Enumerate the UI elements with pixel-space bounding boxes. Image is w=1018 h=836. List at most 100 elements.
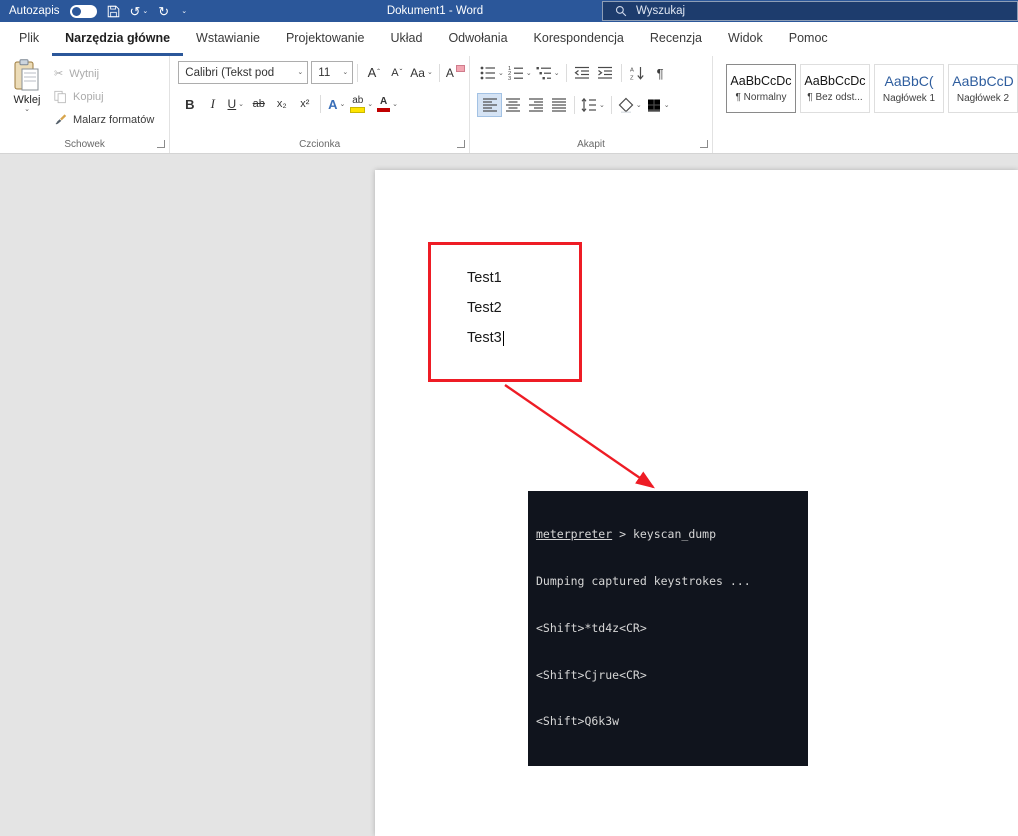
italic-button[interactable]: I [201, 93, 224, 115]
text-line: Test3 [467, 323, 504, 353]
style-naglowek-2[interactable]: AaBbCcD Nagłówek 2 [948, 64, 1018, 113]
redo-button[interactable]: ↻ [158, 5, 169, 18]
sort-button[interactable]: AZ [626, 62, 649, 84]
style-bez-odstepow[interactable]: AaBbCcDc ¶ Bez odst... [800, 64, 870, 113]
style-preview: AaBbCcDc [730, 74, 791, 88]
multilevel-list-button[interactable]: ⌄ [534, 62, 562, 84]
decrease-indent-button[interactable] [571, 62, 594, 84]
text-line: Test2 [467, 293, 504, 323]
caret-down-icon: ˇ [400, 68, 403, 77]
align-center-icon [505, 97, 521, 113]
divider [611, 96, 612, 114]
underline-label: U [228, 97, 237, 111]
tab-recenzja[interactable]: Recenzja [637, 22, 715, 56]
style-name: ¶ Normalny [736, 92, 787, 103]
shrink-font-button[interactable]: Aˇ [385, 62, 408, 84]
undo-button[interactable]: ↺⌄ [130, 5, 149, 18]
copy-button[interactable]: Kopiuj [54, 85, 154, 108]
style-preview: AaBbCcD [952, 73, 1013, 89]
align-left-button[interactable] [478, 94, 501, 116]
font-color-button[interactable]: A ⌄ [375, 93, 400, 115]
style-normalny[interactable]: AaBbCcDc ¶ Normalny [726, 64, 796, 113]
justify-button[interactable] [547, 94, 570, 116]
align-right-button[interactable] [524, 94, 547, 116]
typed-text: Test1 Test2 Test3 [467, 263, 504, 353]
svg-text:3: 3 [508, 76, 511, 81]
save-button[interactable] [107, 5, 120, 18]
tab-odwolania[interactable]: Odwołania [435, 22, 520, 56]
annotation-rectangle[interactable]: Test1 Test2 Test3 [428, 242, 582, 382]
cut-button[interactable]: ✂ Wytnij [54, 62, 154, 85]
numbered-list-icon: 123 [508, 65, 524, 81]
dialog-launcher-icon[interactable] [157, 140, 165, 148]
annotation-arrow[interactable] [495, 375, 675, 500]
change-case-button[interactable]: Aa⌄ [408, 62, 435, 84]
tab-narzedzia-glowne[interactable]: Narzędzia główne [52, 22, 183, 56]
tab-wstawianie[interactable]: Wstawianie [183, 22, 273, 56]
font-size-select[interactable]: 11 ⌄ [311, 61, 353, 84]
terminal-screenshot[interactable]: meterpreter > keyscan_dump Dumping captu… [528, 491, 808, 766]
divider [439, 64, 440, 82]
show-paragraph-marks-button[interactable]: ¶ [649, 62, 672, 84]
terminal-line: <Shift>Q6k3w [536, 714, 800, 730]
search-icon [615, 5, 627, 17]
chevron-down-icon: ⌄ [338, 69, 348, 76]
customize-quick-access-button[interactable]: ⌄ [179, 8, 187, 15]
tab-korespondencja[interactable]: Korespondencja [521, 22, 637, 56]
chevron-down-icon: ⌄ [293, 69, 303, 76]
search-box[interactable]: Wyszukaj [602, 1, 1018, 21]
borders-icon [646, 97, 662, 113]
paste-button[interactable]: Wklej ⌄ [6, 59, 48, 134]
dialog-launcher-icon[interactable] [700, 140, 708, 148]
divider [566, 64, 567, 82]
line-spacing-button[interactable]: ⌄ [579, 94, 607, 116]
chevron-down-icon: ⌄ [142, 8, 148, 15]
strikethrough-button[interactable]: ab [247, 93, 270, 115]
clear-formatting-button[interactable]: A [444, 62, 467, 84]
tab-projektowanie[interactable]: Projektowanie [273, 22, 378, 56]
ribbon: Wklej ⌄ ✂ Wytnij Kopiuj Malarz formatów [0, 56, 1018, 154]
increase-indent-button[interactable] [594, 62, 617, 84]
style-preview: AaBbCcDc [804, 74, 865, 88]
superscript-button[interactable]: x² [293, 93, 316, 115]
numbered-list-button[interactable]: 123 ⌄ [506, 62, 534, 84]
divider [357, 64, 358, 82]
multilevel-list-icon [536, 65, 552, 81]
group-schowek: Wklej ⌄ ✂ Wytnij Kopiuj Malarz formatów [0, 56, 170, 153]
tab-widok[interactable]: Widok [715, 22, 776, 56]
text-effects-button[interactable]: A⌄ [325, 93, 348, 115]
shading-button[interactable]: ⌄ [616, 94, 644, 116]
document-page[interactable]: Test1 Test2 Test3 meterpreter > keyscan_… [375, 170, 1018, 836]
chevron-down-icon: ⌄ [24, 106, 30, 113]
text-cursor [503, 331, 504, 346]
bold-button[interactable]: B [178, 93, 201, 115]
tab-plik[interactable]: Plik [6, 22, 52, 56]
subscript-button[interactable]: x₂ [270, 93, 293, 115]
undo-icon: ↺ [130, 5, 141, 18]
font-family-select[interactable]: Calibri (Tekst pod ⌄ [178, 61, 308, 84]
highlight-button[interactable]: ab ⌄ [348, 93, 375, 115]
tab-pomoc[interactable]: Pomoc [776, 22, 841, 56]
format-painter-button[interactable]: Malarz formatów [54, 108, 154, 131]
align-center-button[interactable] [501, 94, 524, 116]
dialog-launcher-icon[interactable] [457, 140, 465, 148]
group-label-czcionka: Czcionka [299, 139, 340, 150]
grow-font-button[interactable]: Aˆ [362, 62, 385, 84]
tab-uklad[interactable]: Układ [377, 22, 435, 56]
highlight-label: ab [352, 96, 363, 106]
bullet-list-icon [480, 65, 496, 81]
underline-button[interactable]: U⌄ [224, 93, 247, 115]
document-area: Test1 Test2 Test3 meterpreter > keyscan_… [0, 154, 1018, 836]
borders-button[interactable]: ⌄ [644, 94, 672, 116]
svg-text:A: A [630, 68, 634, 74]
style-preview: AaBbC( [884, 73, 933, 89]
search-label: Wyszukaj [636, 5, 685, 17]
format-painter-icon [54, 113, 67, 127]
chevron-down-icon: ⌄ [498, 70, 504, 77]
style-naglowek-1[interactable]: AaBbC( Nagłówek 1 [874, 64, 944, 113]
terminal-line: <Shift>*td4z<CR> [536, 621, 800, 637]
align-left-icon [482, 97, 498, 113]
bullet-list-button[interactable]: ⌄ [478, 62, 506, 84]
font-color-label: A [380, 97, 387, 107]
autosave-toggle[interactable] [70, 5, 97, 18]
